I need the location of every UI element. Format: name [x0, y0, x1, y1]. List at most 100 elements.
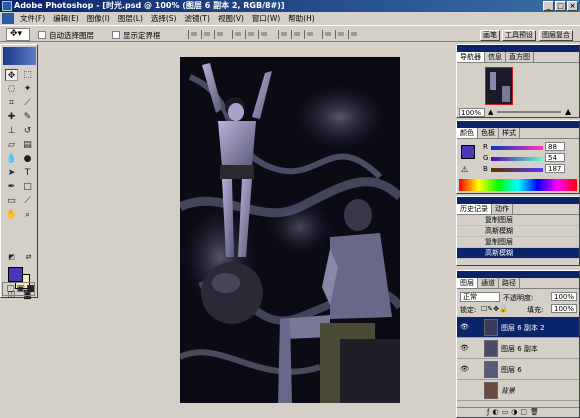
zoom-in-icon[interactable]: ▲ [565, 107, 571, 116]
menu-layer[interactable]: 图层(L) [114, 13, 147, 24]
tab-layers[interactable]: 图层 [457, 278, 478, 288]
align-vcenter-icon[interactable] [201, 30, 211, 39]
gradient-tool-icon[interactable]: ▤ [21, 139, 34, 151]
lasso-tool-icon[interactable]: ◌ [5, 83, 18, 95]
eye-icon[interactable]: 👁 [460, 323, 469, 331]
delete-layer-icon[interactable]: 🗑 [530, 408, 542, 416]
history-item[interactable]: 复制图层 [457, 237, 579, 248]
zoom-out-icon[interactable]: ▲ [488, 108, 493, 116]
eraser-tool-icon[interactable]: ▱ [5, 139, 18, 151]
healing-brush-tool-icon[interactable]: ✚ [5, 111, 18, 123]
layers-panel-titlebar[interactable] [457, 271, 579, 278]
tab-styles[interactable]: 样式 [499, 128, 520, 138]
new-layer-icon[interactable]: ▢ [520, 408, 530, 416]
fill-field[interactable]: 100% [551, 304, 577, 313]
tab-layer-comps[interactable]: 图层复合 [539, 30, 573, 41]
slice-tool-icon[interactable]: ⟋ [21, 97, 34, 109]
zoom-slider[interactable] [497, 111, 561, 113]
eye-icon[interactable] [460, 386, 468, 394]
menu-window[interactable]: 窗口(W) [248, 13, 284, 24]
g-value[interactable]: 54 [545, 153, 565, 162]
tab-channels[interactable]: 通道 [478, 278, 499, 288]
distribute-left-icon[interactable] [322, 30, 332, 39]
blend-mode-select[interactable]: 正常 [460, 292, 500, 302]
navigator-thumbnail[interactable] [485, 67, 513, 105]
menu-help[interactable]: 帮助(H) [284, 13, 319, 24]
shape-tool-icon[interactable]: □ [21, 181, 34, 193]
r-value[interactable]: 88 [545, 142, 565, 151]
zoom-tool-icon[interactable]: ⌕ [21, 209, 34, 221]
history-brush-tool-icon[interactable]: ↺ [21, 125, 34, 137]
history-item[interactable]: 复制图层 [457, 215, 579, 226]
b-value[interactable]: 187 [545, 164, 565, 173]
layer-mask-icon[interactable]: ◐ [492, 408, 501, 416]
menu-file[interactable]: 文件(F) [16, 13, 49, 24]
eye-icon[interactable]: 👁 [460, 344, 469, 352]
new-set-icon[interactable]: ▭ [502, 408, 512, 416]
brush-tool-icon[interactable]: ✎ [21, 111, 34, 123]
tab-tool-presets[interactable]: 工具预设 [502, 30, 536, 41]
move-tool-preset-icon[interactable]: ✥▾ [6, 28, 30, 41]
tab-history[interactable]: 历史记录 [457, 204, 492, 214]
align-left-icon[interactable] [232, 30, 242, 39]
path-selection-tool-icon[interactable]: ➤ [5, 167, 18, 179]
adobe-feather-icon[interactable] [3, 47, 36, 65]
tab-brushes[interactable]: 画笔 [480, 30, 500, 41]
history-item[interactable]: 高斯模糊 [457, 226, 579, 237]
menu-filter[interactable]: 滤镜(T) [181, 13, 214, 24]
default-colors-icon[interactable]: ◩ [5, 251, 18, 263]
document-canvas[interactable] [180, 57, 400, 403]
menu-edit[interactable]: 编辑(E) [49, 13, 83, 24]
b-slider[interactable] [491, 168, 543, 172]
menu-image[interactable]: 图像(I) [83, 13, 114, 24]
distribute-hcenter-icon[interactable] [335, 30, 345, 39]
crop-tool-icon[interactable]: ⌗ [5, 97, 18, 109]
tab-info[interactable]: 信息 [485, 52, 506, 62]
menu-view[interactable]: 视图(V) [214, 13, 248, 24]
color-spectrum-bar[interactable] [459, 179, 577, 191]
tab-paths[interactable]: 路径 [499, 278, 520, 288]
maximize-button[interactable]: □ [555, 1, 566, 11]
dodge-tool-icon[interactable]: ● [21, 153, 34, 165]
align-bottom-icon[interactable] [214, 30, 224, 39]
align-hcenter-icon[interactable] [245, 30, 255, 39]
minimize-button[interactable]: _ [543, 1, 554, 11]
tab-swatches[interactable]: 色板 [478, 128, 499, 138]
history-item-active[interactable]: 高斯模糊 [457, 248, 579, 259]
show-bounds-checkbox[interactable] [112, 31, 120, 39]
zoom-field[interactable]: 100% [459, 108, 485, 117]
tab-histogram[interactable]: 直方图 [506, 52, 534, 62]
lock-icons[interactable]: ☐✎✥🔒 [481, 305, 508, 313]
notes-tool-icon[interactable]: ▭ [5, 195, 18, 207]
r-slider[interactable] [491, 146, 543, 150]
auto-select-checkbox[interactable] [38, 31, 46, 39]
align-right-icon[interactable] [258, 30, 268, 39]
layer-row[interactable]: 👁 图层 6 副本 [457, 338, 579, 359]
move-tool-icon[interactable]: ✥ [5, 69, 18, 81]
foreground-color-swatch[interactable] [8, 267, 23, 282]
swap-colors-icon[interactable]: ⇄ [22, 251, 35, 263]
opacity-field[interactable]: 100% [551, 292, 577, 301]
full-screen-icon[interactable]: ■ [24, 283, 37, 295]
distribute-vcenter-icon[interactable] [291, 30, 301, 39]
distribute-bottom-icon[interactable] [304, 30, 314, 39]
menu-select[interactable]: 选择(S) [147, 13, 181, 24]
layer-row[interactable]: 背景 [457, 380, 579, 401]
g-slider[interactable] [491, 157, 543, 161]
close-button[interactable]: × [567, 1, 578, 11]
type-tool-icon[interactable]: T [21, 167, 34, 179]
align-top-icon[interactable] [188, 30, 198, 39]
eye-icon[interactable]: 👁 [460, 365, 469, 373]
eyedropper-tool-icon[interactable]: ⟋ [21, 195, 34, 207]
distribute-right-icon[interactable] [348, 30, 358, 39]
hand-tool-icon[interactable]: ✋ [5, 209, 18, 221]
tab-navigator[interactable]: 导航器 [457, 52, 485, 62]
tab-actions[interactable]: 动作 [492, 204, 513, 214]
clone-stamp-tool-icon[interactable]: ⊥ [5, 125, 18, 137]
color-panel-fg-swatch[interactable] [461, 145, 475, 159]
layer-row[interactable]: 👁 图层 6 副本 2 [457, 317, 579, 338]
blur-tool-icon[interactable]: 💧 [5, 153, 18, 165]
adjustment-layer-icon[interactable]: ◑ [511, 408, 520, 416]
distribute-top-icon[interactable] [278, 30, 288, 39]
pen-tool-icon[interactable]: ✒ [5, 181, 18, 193]
